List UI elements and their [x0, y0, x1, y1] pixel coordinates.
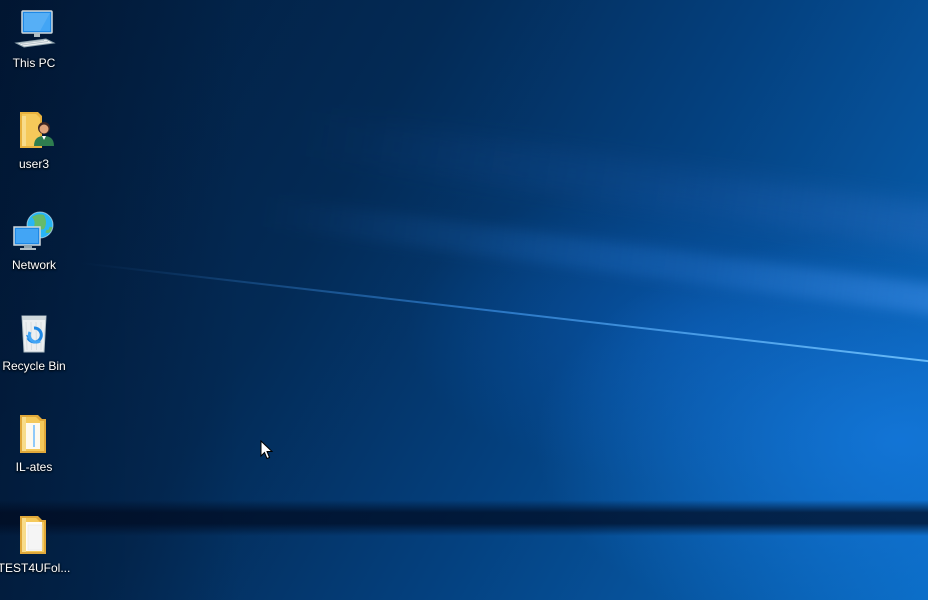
user-folder-icon	[20, 112, 54, 148]
desktop-icon-network[interactable]: Network	[0, 202, 68, 294]
desktop-icon-label: TEST4UFol...	[0, 561, 71, 575]
desktop-icon-user3[interactable]: user3	[0, 101, 68, 193]
desktop-icon-label: Network	[11, 258, 56, 272]
desktop-icon-this-pc[interactable]: This PC	[0, 0, 68, 92]
desktop-icon-test4ufolder[interactable]: TEST4UFol...	[0, 505, 71, 597]
folder-icon	[20, 415, 46, 453]
mouse-cursor-icon	[260, 440, 274, 460]
desktop-icon-label: This PC	[12, 56, 56, 70]
desktop-icon-label: IL-ates	[15, 460, 53, 474]
desktop-icon-label: Recycle Bin	[2, 359, 66, 373]
network-icon	[13, 211, 54, 250]
folder-icon	[20, 516, 46, 554]
recycle-bin-icon	[21, 315, 47, 353]
desktop-icon-recycle-bin[interactable]: Recycle Bin	[0, 303, 68, 395]
computer-icon	[14, 10, 56, 48]
desktop-icon-label: user3	[18, 157, 50, 171]
desktop-wallpaper	[0, 0, 928, 600]
desktop-icon-il-ates[interactable]: IL-ates	[0, 404, 68, 496]
